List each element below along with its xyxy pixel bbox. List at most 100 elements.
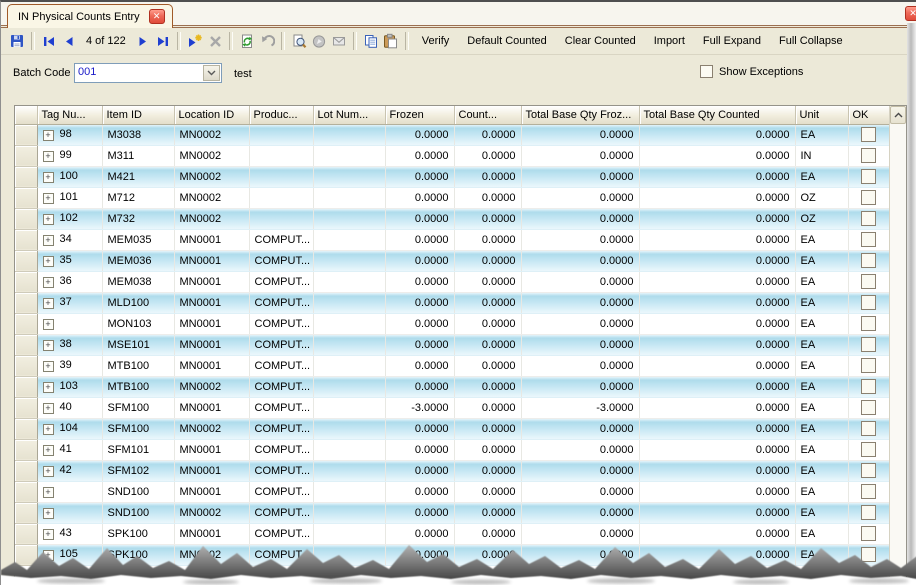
row-selector[interactable]	[15, 145, 37, 166]
cell-item[interactable]: MLD100	[102, 292, 174, 313]
column-header-6[interactable]: Frozen	[385, 106, 454, 124]
column-header-5[interactable]: Lot Num...	[313, 106, 385, 124]
cell-ok[interactable]	[848, 313, 889, 334]
ok-checkbox[interactable]	[861, 316, 876, 331]
cell-tag-number[interactable]: +39	[37, 355, 102, 376]
cell-total-counted[interactable]: 0.0000	[639, 313, 795, 334]
cell-lot[interactable]	[313, 418, 385, 439]
cell-total-frozen[interactable]: 0.0000	[521, 145, 639, 166]
cell-frozen[interactable]: 0.0000	[385, 292, 454, 313]
column-header-10[interactable]: Unit	[795, 106, 848, 124]
column-header-3[interactable]: Location ID	[174, 106, 249, 124]
cell-ok[interactable]	[848, 439, 889, 460]
row-selector[interactable]	[15, 481, 37, 502]
cell-lot[interactable]	[313, 502, 385, 523]
cell-location[interactable]: MN0001	[174, 523, 249, 544]
cell-total-counted[interactable]: 0.0000	[639, 271, 795, 292]
row-selector[interactable]	[15, 355, 37, 376]
ok-checkbox[interactable]	[861, 463, 876, 478]
table-row[interactable]: +39MTB100MN0001COMPUT...0.00000.00000.00…	[15, 355, 889, 376]
ok-checkbox[interactable]	[861, 169, 876, 184]
expand-icon[interactable]: +	[43, 445, 54, 456]
cell-counted[interactable]: 0.0000	[454, 208, 521, 229]
cell-item[interactable]: SFM100	[102, 397, 174, 418]
cell-location[interactable]: MN0001	[174, 397, 249, 418]
cell-product[interactable]	[249, 124, 313, 145]
cell-ok[interactable]	[848, 355, 889, 376]
cell-lot[interactable]	[313, 334, 385, 355]
table-row[interactable]: +100M421MN00020.00000.00000.00000.0000EA	[15, 166, 889, 187]
table-row[interactable]: +35MEM036MN0001COMPUT...0.00000.00000.00…	[15, 250, 889, 271]
cell-ok[interactable]	[848, 376, 889, 397]
row-selector[interactable]	[15, 271, 37, 292]
row-selector[interactable]	[15, 187, 37, 208]
cell-total-frozen[interactable]: 0.0000	[521, 460, 639, 481]
ok-checkbox[interactable]	[861, 253, 876, 268]
cell-item[interactable]: MEM036	[102, 250, 174, 271]
cell-frozen[interactable]: 0.0000	[385, 460, 454, 481]
tab-close-icon[interactable]: ✕	[149, 9, 165, 24]
delete-button[interactable]	[205, 31, 225, 51]
expand-icon[interactable]: +	[43, 529, 54, 540]
cell-frozen[interactable]: 0.0000	[385, 334, 454, 355]
table-row[interactable]: +102M732MN00020.00000.00000.00000.0000OZ	[15, 208, 889, 229]
cell-tag-number[interactable]: +	[37, 313, 102, 334]
cell-frozen[interactable]: 0.0000	[385, 418, 454, 439]
cell-lot[interactable]	[313, 523, 385, 544]
table-row[interactable]: +99M311MN00020.00000.00000.00000.0000IN	[15, 145, 889, 166]
cell-lot[interactable]	[313, 271, 385, 292]
cell-unit[interactable]: EA	[795, 481, 848, 502]
expand-icon[interactable]: +	[43, 235, 54, 246]
cell-product[interactable]: COMPUT...	[249, 292, 313, 313]
cell-total-counted[interactable]: 0.0000	[639, 502, 795, 523]
cell-lot[interactable]	[313, 145, 385, 166]
vertical-scrollbar[interactable]	[889, 106, 906, 584]
table-row[interactable]: +40SFM100MN0001COMPUT...-3.00000.0000-3.…	[15, 397, 889, 418]
column-header-0[interactable]	[15, 106, 37, 124]
expand-icon[interactable]: +	[43, 382, 54, 393]
cell-item[interactable]: SFM101	[102, 439, 174, 460]
cell-lot[interactable]	[313, 460, 385, 481]
cell-counted[interactable]: 0.0000	[454, 460, 521, 481]
cell-unit[interactable]: EA	[795, 376, 848, 397]
cell-total-frozen[interactable]: 0.0000	[521, 334, 639, 355]
column-header-2[interactable]: Item ID	[102, 106, 174, 124]
cell-ok[interactable]	[848, 418, 889, 439]
cell-item[interactable]: SPK100	[102, 523, 174, 544]
table-row[interactable]: +MON103MN0001COMPUT...0.00000.00000.0000…	[15, 313, 889, 334]
cell-ok[interactable]	[848, 124, 889, 145]
cell-lot[interactable]	[313, 229, 385, 250]
ok-checkbox[interactable]	[861, 505, 876, 520]
cell-frozen[interactable]: 0.0000	[385, 145, 454, 166]
cell-item[interactable]: M311	[102, 145, 174, 166]
cell-frozen[interactable]: 0.0000	[385, 250, 454, 271]
expand-icon[interactable]: +	[43, 130, 54, 141]
cell-product[interactable]: COMPUT...	[249, 250, 313, 271]
cell-unit[interactable]: EA	[795, 460, 848, 481]
cell-total-frozen[interactable]: 0.0000	[521, 481, 639, 502]
toolbar-button-verify[interactable]: Verify	[413, 31, 459, 51]
cell-total-counted[interactable]: 0.0000	[639, 418, 795, 439]
expand-icon[interactable]: +	[43, 466, 54, 477]
cell-unit[interactable]: EA	[795, 124, 848, 145]
cell-frozen[interactable]: 0.0000	[385, 523, 454, 544]
print-preview-button[interactable]	[289, 31, 309, 51]
batch-code-combobox[interactable]: 001	[74, 63, 222, 83]
cell-counted[interactable]: 0.0000	[454, 502, 521, 523]
cell-ok[interactable]	[848, 229, 889, 250]
cell-total-frozen[interactable]: 0.0000	[521, 250, 639, 271]
row-selector[interactable]	[15, 229, 37, 250]
cell-product[interactable]: COMPUT...	[249, 439, 313, 460]
cell-frozen[interactable]: 0.0000	[385, 502, 454, 523]
column-header-4[interactable]: Produc...	[249, 106, 313, 124]
cell-lot[interactable]	[313, 166, 385, 187]
save-button[interactable]	[7, 31, 27, 51]
column-header-11[interactable]: OK	[848, 106, 889, 124]
column-header-7[interactable]: Count...	[454, 106, 521, 124]
cell-tag-number[interactable]: +38	[37, 334, 102, 355]
cell-tag-number[interactable]: +	[37, 502, 102, 523]
cell-lot[interactable]	[313, 481, 385, 502]
cell-unit[interactable]: EA	[795, 271, 848, 292]
cell-lot[interactable]	[313, 313, 385, 334]
cell-frozen[interactable]: 0.0000	[385, 481, 454, 502]
